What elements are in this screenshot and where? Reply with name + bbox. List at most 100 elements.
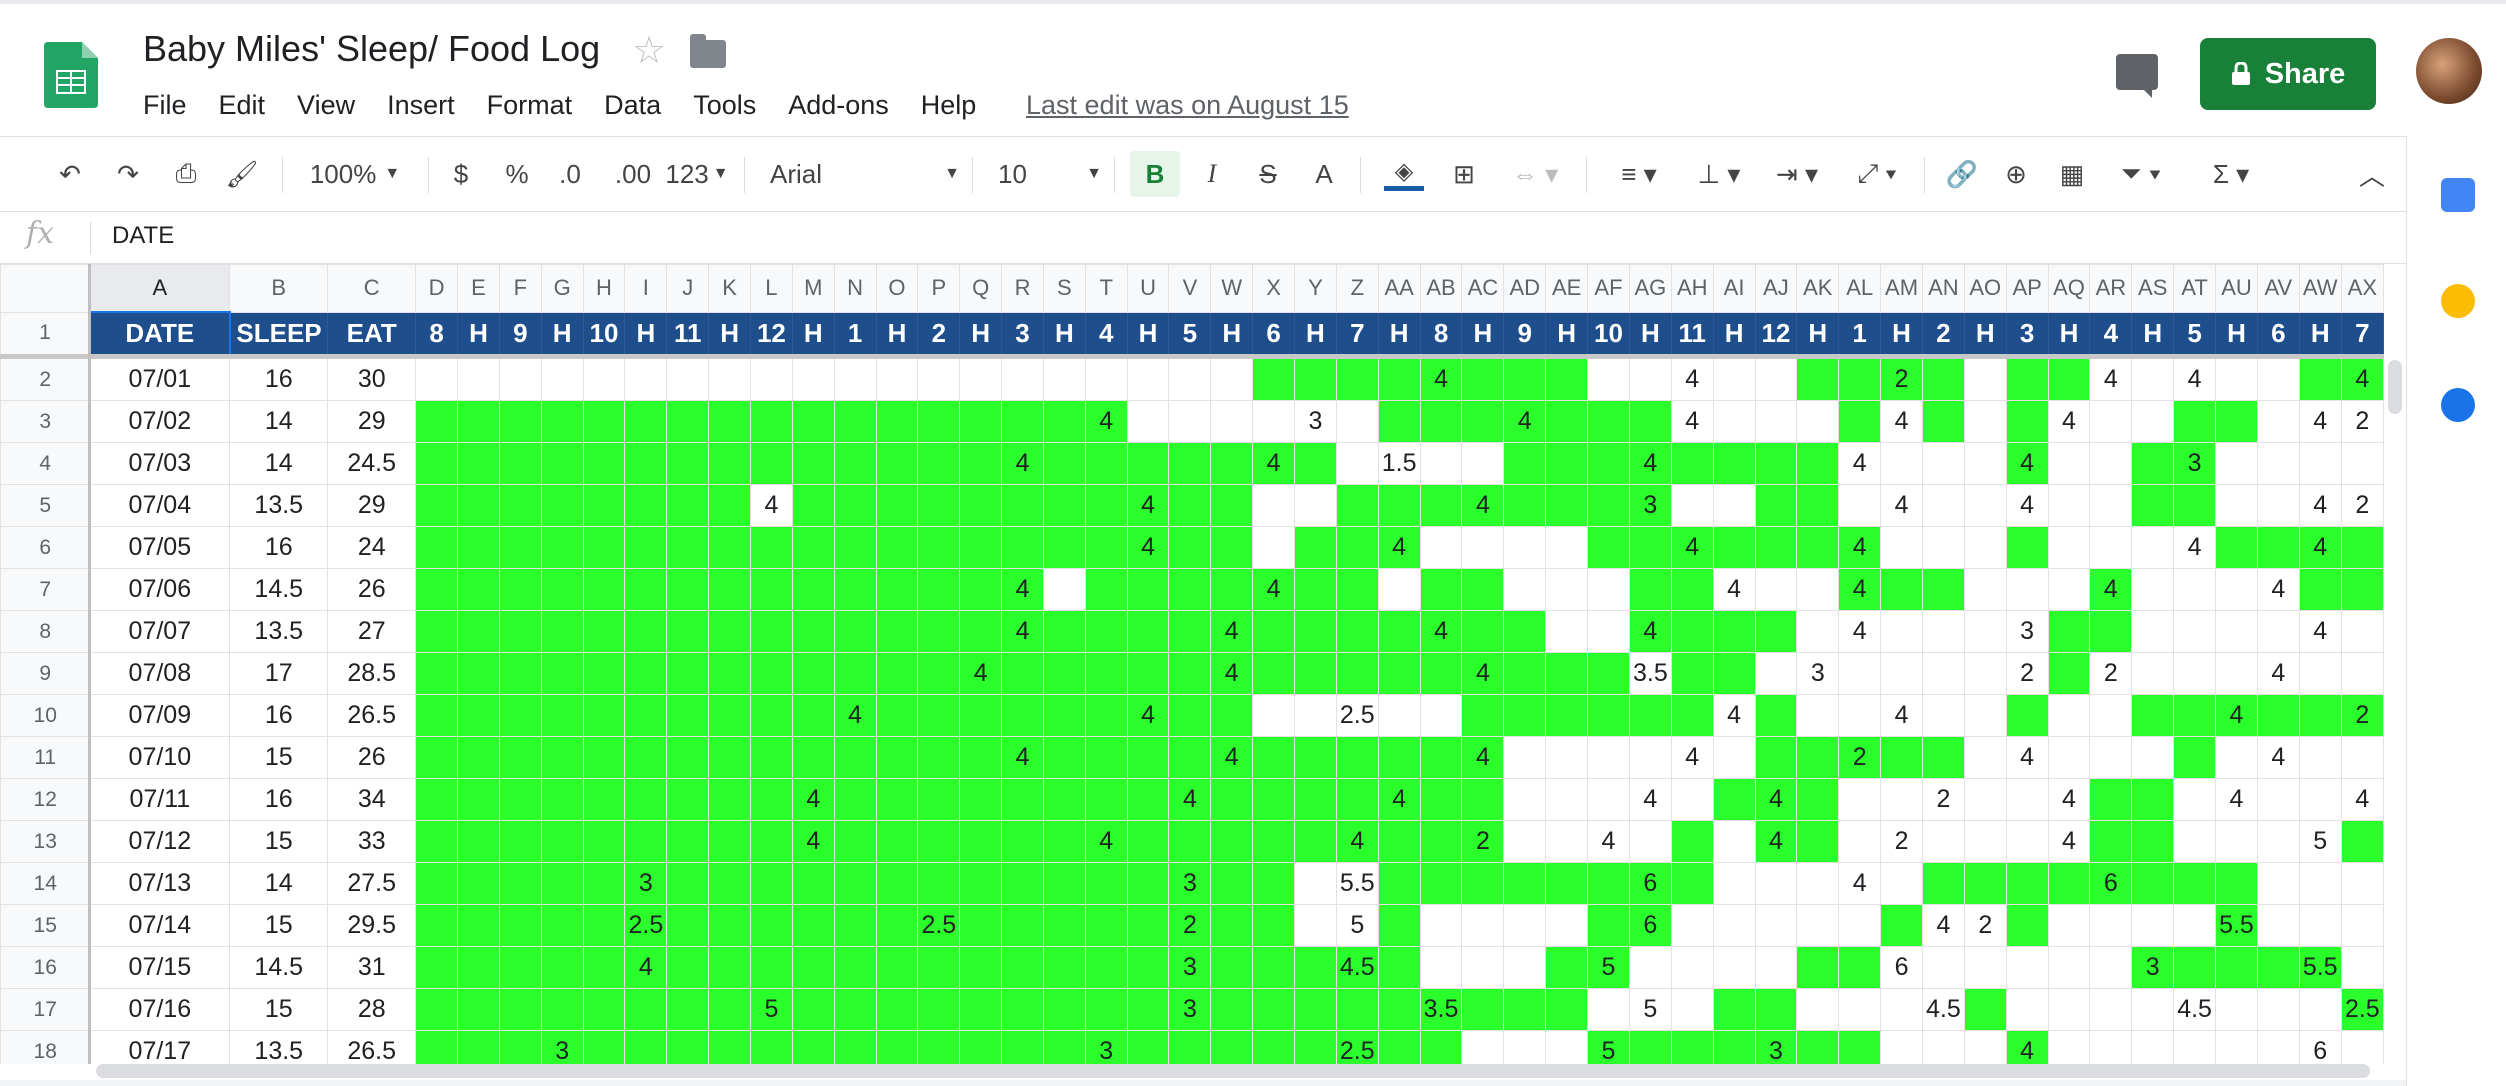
hour-cell[interactable]	[1754, 610, 1798, 653]
hour-cell[interactable]	[415, 946, 459, 989]
hour-cell[interactable]	[1294, 988, 1337, 1031]
hour-cell[interactable]	[708, 484, 751, 527]
header-cell-AF[interactable]: 10	[1587, 311, 1630, 357]
header-cell-AA[interactable]: H	[1377, 311, 1421, 357]
hour-cell[interactable]	[1168, 356, 1212, 401]
header-cell-Q[interactable]: H	[959, 311, 1003, 357]
hour-cell[interactable]	[1168, 820, 1212, 863]
hour-cell[interactable]	[1796, 736, 1840, 779]
column-header-N[interactable]: N	[833, 264, 877, 313]
hour-cell[interactable]	[498, 736, 542, 779]
hour-cell[interactable]	[2131, 862, 2175, 905]
hour-cell[interactable]	[624, 694, 668, 737]
corner-cell[interactable]	[0, 264, 91, 313]
hour-cell[interactable]: 5	[1335, 904, 1379, 947]
row-header[interactable]: 15	[0, 904, 91, 947]
hour-cell[interactable]	[875, 526, 919, 569]
hour-cell[interactable]	[540, 610, 584, 653]
eat-cell[interactable]: 24	[327, 526, 417, 569]
hour-cell[interactable]	[1461, 946, 1505, 989]
sleep-cell[interactable]: 15	[229, 736, 329, 779]
hour-cell[interactable]: 2.5	[917, 904, 961, 947]
hour-cell[interactable]	[1377, 988, 1421, 1031]
hour-cell[interactable]	[875, 988, 919, 1031]
hour-cell[interactable]	[1084, 526, 1128, 569]
hour-cell[interactable]	[708, 820, 751, 863]
hour-cell[interactable]	[1419, 442, 1463, 485]
column-header-AC[interactable]: AC	[1461, 264, 1505, 313]
hour-cell[interactable]	[2298, 736, 2342, 779]
date-cell[interactable]: 07/01	[89, 356, 231, 401]
hour-cell[interactable]	[1042, 442, 1086, 485]
hour-cell[interactable]	[2089, 694, 2133, 737]
hour-cell[interactable]	[540, 568, 584, 611]
hour-cell[interactable]	[917, 862, 961, 905]
hour-cell[interactable]: 4	[1419, 356, 1463, 401]
hour-cell[interactable]	[1503, 736, 1547, 779]
hour-cell[interactable]	[1545, 400, 1589, 443]
hour-cell[interactable]: 2	[1838, 736, 1882, 779]
hour-cell[interactable]	[666, 610, 710, 653]
eat-cell[interactable]: 26.5	[327, 1030, 417, 1064]
sleep-cell[interactable]: 15	[229, 988, 329, 1031]
header-cell-C[interactable]: EAT	[327, 311, 417, 357]
hour-cell[interactable]: 4	[1670, 736, 1714, 779]
hour-cell[interactable]: 4	[1670, 356, 1714, 401]
hour-cell[interactable]	[1545, 526, 1589, 569]
hour-cell[interactable]	[666, 904, 710, 947]
hour-cell[interactable]	[666, 568, 710, 611]
hour-cell[interactable]	[833, 820, 877, 863]
hour-cell[interactable]	[1712, 820, 1756, 863]
hour-cell[interactable]	[708, 442, 751, 485]
hour-cell[interactable]	[750, 442, 793, 485]
hour-cell[interactable]	[1294, 694, 1337, 737]
hour-cell[interactable]	[1461, 400, 1505, 443]
header-cell-X[interactable]: 6	[1252, 311, 1296, 357]
hour-cell[interactable]	[833, 988, 877, 1031]
hour-cell[interactable]	[1335, 484, 1379, 527]
date-cell[interactable]: 07/15	[89, 946, 231, 989]
hour-cell[interactable]	[959, 400, 1003, 443]
hour-cell[interactable]	[1461, 988, 1505, 1031]
eat-cell[interactable]: 28.5	[327, 652, 417, 695]
hour-cell[interactable]	[2173, 652, 2217, 695]
header-cell-AI[interactable]: H	[1712, 311, 1756, 357]
hour-cell[interactable]	[2256, 400, 2300, 443]
hour-cell[interactable]	[457, 442, 500, 485]
hour-cell[interactable]	[959, 946, 1003, 989]
hour-cell[interactable]	[1628, 820, 1672, 863]
hour-cell[interactable]	[2089, 610, 2133, 653]
hour-cell[interactable]	[708, 862, 751, 905]
hour-cell[interactable]	[582, 442, 626, 485]
hour-cell[interactable]	[1670, 988, 1714, 1031]
hour-cell[interactable]	[1419, 400, 1463, 443]
hour-cell[interactable]	[959, 568, 1003, 611]
hour-cell[interactable]	[2256, 904, 2300, 947]
zoom-select[interactable]: 100% ▼	[300, 151, 410, 197]
hour-cell[interactable]	[1712, 1030, 1756, 1064]
hour-cell[interactable]: 4	[1754, 778, 1798, 821]
hour-cell[interactable]	[1880, 526, 1923, 569]
hour-cell[interactable]	[2089, 400, 2133, 443]
hour-cell[interactable]	[1419, 484, 1463, 527]
hour-cell[interactable]	[1880, 568, 1923, 611]
hour-cell[interactable]	[1503, 862, 1547, 905]
hour-cell[interactable]	[1461, 694, 1505, 737]
hour-cell[interactable]	[2173, 568, 2217, 611]
hour-cell[interactable]	[2298, 694, 2342, 737]
hour-cell[interactable]	[415, 526, 459, 569]
column-header-Q[interactable]: Q	[959, 264, 1003, 313]
hour-cell[interactable]	[1294, 526, 1337, 569]
hour-cell[interactable]	[1042, 400, 1086, 443]
bold-button[interactable]: B	[1130, 151, 1180, 197]
hour-cell[interactable]	[750, 778, 793, 821]
header-cell-AS[interactable]: H	[2131, 311, 2175, 357]
increase-decimal-button[interactable]: .00	[608, 151, 658, 197]
hour-cell[interactable]	[1294, 862, 1337, 905]
hour-cell[interactable]	[1838, 778, 1882, 821]
column-header-C[interactable]: C	[327, 264, 417, 313]
hour-cell[interactable]	[917, 610, 961, 653]
column-header-AR[interactable]: AR	[2089, 264, 2133, 313]
frozen-column-divider[interactable]	[88, 264, 91, 1064]
hour-cell[interactable]	[1670, 484, 1714, 527]
